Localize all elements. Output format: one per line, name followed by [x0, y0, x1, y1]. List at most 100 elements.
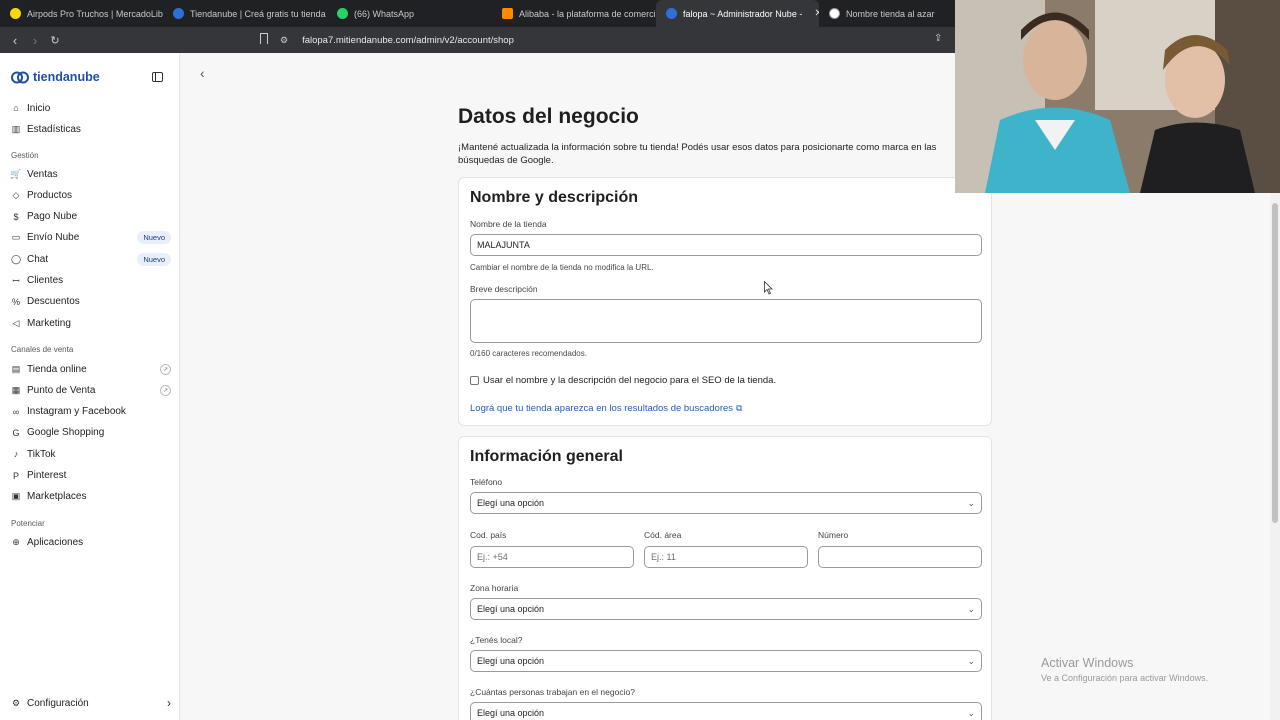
sidebar-item-instagram-y-facebook[interactable]: ∞ Instagram y Facebook	[11, 403, 171, 421]
timezone-label: Zona horaria	[470, 583, 519, 593]
bookmark-icon[interactable]	[260, 33, 268, 44]
sidebar-item-label: Pago Nube	[27, 211, 78, 223]
phone-number-input[interactable]	[818, 546, 982, 568]
phone-select[interactable]: Elegí una opción ⌄	[470, 492, 982, 514]
store-name-input[interactable]: MALAJUNTA	[470, 234, 982, 256]
browser-tab[interactable]: Nombre tienda al azar	[819, 0, 949, 27]
chat-icon: ◯	[10, 253, 22, 264]
sidebar-item-label: Envío Nube	[27, 232, 80, 244]
tag-icon: ◇	[12, 189, 20, 200]
card-title: Información general	[470, 448, 623, 465]
sidebar-item-label: Chat	[27, 253, 49, 265]
sidebar-item-ventas[interactable]: 🛒 Ventas	[10, 165, 171, 183]
mouse-cursor-icon	[764, 281, 773, 295]
home-icon: ⌂	[13, 103, 19, 113]
sidebar-item-estadisticas[interactable]: ▥ Estadísticas	[11, 120, 171, 138]
sidebar-item-label: Clientes	[27, 275, 64, 286]
chart-icon: ▥	[11, 123, 21, 134]
webcam-overlay	[955, 0, 1280, 193]
country-code-input[interactable]: Ej.: +54	[470, 546, 634, 568]
share-icon[interactable]: ⇪	[934, 33, 942, 44]
truck-icon: ▭	[11, 232, 21, 243]
card-informacion-general: Información general Teléfono Elegí una o…	[458, 436, 992, 720]
sidebar-item-label: Instagram y Facebook	[27, 406, 126, 418]
has-store-select[interactable]: Elegí una opción ⌄	[470, 650, 982, 672]
page-description: ¡Mantené actualizada la información sobr…	[458, 142, 937, 166]
sidebar-section-heading: Potenciar	[11, 519, 45, 528]
seo-checkbox[interactable]	[470, 376, 479, 385]
chevron-down-icon: ⌄	[967, 707, 975, 718]
browser-tab[interactable]: Alibaba - la plataforma de comercio	[492, 0, 656, 27]
number-label: Número	[818, 530, 849, 540]
collapse-sidebar-icon[interactable]	[152, 72, 163, 82]
marketplace-icon: ▣	[11, 491, 21, 502]
sidebar-item-configuracion[interactable]: ⚙ Configuración ›	[11, 694, 171, 712]
sidebar-item-label: Marketplaces	[27, 491, 87, 503]
sidebar-item-descuentos[interactable]: % Descuentos	[11, 293, 171, 311]
chevron-down-icon: ⌄	[967, 603, 975, 614]
tiendanube-logo-icon	[11, 71, 29, 83]
sidebar-item-label: Productos	[27, 189, 73, 201]
back-icon[interactable]: ‹	[5, 33, 25, 48]
brand-logo[interactable]: tiendanube	[11, 70, 100, 84]
store-name-label: Nombre de la tienda	[470, 219, 547, 229]
megaphone-icon: ◁	[12, 317, 20, 328]
sidebar-item-envio-nube[interactable]: ▭ Envío Nube Nuevo	[11, 229, 171, 247]
seo-checkbox-row[interactable]: Usar el nombre y la descripción del nego…	[470, 375, 776, 386]
dollar-icon: $	[13, 211, 19, 222]
sidebar-item-marketplaces[interactable]: ▣ Marketplaces	[11, 488, 171, 506]
short-description-textarea[interactable]	[470, 299, 982, 343]
browser-tab[interactable]: Airpods Pro Truchos | MercadoLibre	[0, 0, 163, 27]
sidebar-item-tienda-online[interactable]: ▤ Tienda online ↗	[11, 360, 171, 378]
users-icon: ꟷ	[12, 276, 20, 286]
browser-tab-active[interactable]: falopa ~ Administrador Nube - ✕	[656, 0, 819, 27]
store-name-helper: Cambiar el nombre de la tienda no modifi…	[470, 263, 654, 272]
browser-tab[interactable]: (66) WhatsApp	[327, 0, 492, 27]
forward-icon[interactable]: ›	[25, 33, 45, 48]
url-field[interactable]: ⚙ falopa7.mitiendanube.com/admin/v2/acco…	[280, 32, 514, 48]
sidebar-section-heading: Canales de venta	[11, 345, 74, 354]
card-title: Nombre y descripción	[470, 189, 639, 206]
short-description-label: Breve descripción	[470, 284, 538, 294]
sidebar-item-label: Punto de Venta	[27, 384, 96, 396]
tab-favicon-icon	[10, 8, 21, 19]
external-link-icon: ↗	[160, 384, 171, 396]
back-arrow-icon[interactable]: ‹	[200, 65, 205, 81]
employees-label: ¿Cuántas personas trabajan en el negocio…	[470, 687, 635, 697]
sidebar-item-clientes[interactable]: ꟷ Clientes	[11, 272, 171, 290]
sidebar-item-label: Descuentos	[27, 296, 80, 308]
infinity-icon: ∞	[12, 406, 20, 417]
sidebar-item-aplicaciones[interactable]: ⊕ Aplicaciones	[11, 533, 171, 551]
sidebar-item-productos[interactable]: ◇ Productos	[11, 186, 171, 204]
sidebar-item-label: Ventas	[27, 168, 58, 180]
sidebar-item-tiktok[interactable]: ♪ TikTok	[11, 445, 171, 463]
sidebar-item-label: Inicio	[27, 102, 51, 114]
windows-activation-watermark: Activar Windows Ve a Configuración para …	[1041, 656, 1209, 683]
page-scrollbar[interactable]	[1270, 193, 1280, 720]
phone-label: Teléfono	[470, 477, 503, 487]
card-nombre-descripcion: Nombre y descripción Nombre de la tienda…	[458, 177, 992, 426]
sidebar-item-inicio[interactable]: ⌂ Inicio	[11, 99, 171, 117]
area-code-input[interactable]: Ej.: 11	[644, 546, 808, 568]
sidebar-item-label: Tienda online	[27, 363, 87, 375]
chevron-down-icon: ⌄	[967, 497, 975, 508]
sidebar-item-punto-de-venta[interactable]: ▦ Punto de Venta ↗	[11, 381, 171, 399]
sidebar-item-label: Google Shopping	[27, 427, 105, 439]
scrollbar-thumb[interactable]	[1272, 203, 1278, 523]
google-icon: G	[12, 427, 20, 438]
seo-link[interactable]: Lográ que tu tienda aparezca en los resu…	[470, 403, 742, 414]
browser-tab[interactable]: Tiendanube | Creá gratis tu tienda on	[163, 0, 327, 27]
sidebar-item-pinterest[interactable]: P Pinterest	[11, 467, 171, 485]
webcam-feed-image	[955, 0, 1280, 193]
employees-select[interactable]: Elegí una opción ⌄	[470, 702, 982, 720]
sidebar-item-google-shopping[interactable]: G Google Shopping	[11, 424, 171, 442]
sidebar-item-marketing[interactable]: ◁ Marketing	[11, 314, 171, 332]
timezone-select[interactable]: Elegí una opción ⌄	[470, 598, 982, 620]
sidebar-item-chat[interactable]: ◯ Chat Nuevo	[11, 250, 171, 268]
sidebar-item-pago-nube[interactable]: $ Pago Nube	[11, 208, 171, 226]
sidebar-item-label: Pinterest	[27, 470, 67, 481]
reload-icon[interactable]: ↻	[45, 34, 65, 47]
country-code-label: Cod. país	[470, 530, 507, 540]
site-info-icon[interactable]: ⚙	[280, 35, 288, 46]
tiktok-icon: ♪	[13, 449, 19, 460]
